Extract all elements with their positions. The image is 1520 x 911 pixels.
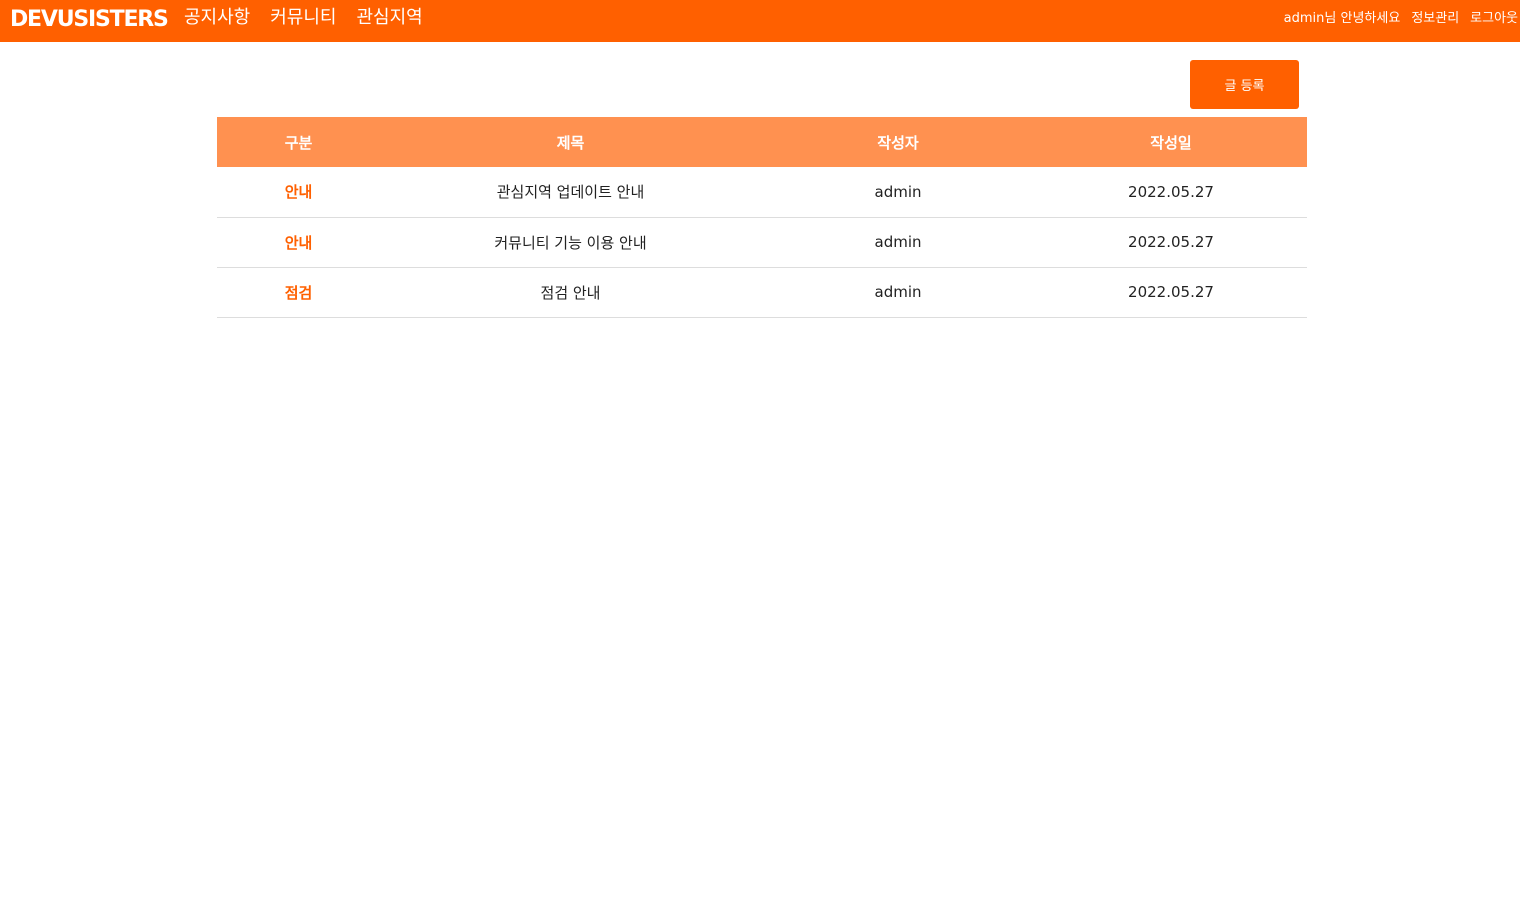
menu-item-community[interactable]: 커뮤니티 [270,4,336,32]
column-header-category: 구분 [217,117,380,167]
row-date: 2022.05.27 [1035,267,1307,318]
logo[interactable]: DEVUSISTERS [10,5,169,35]
row-category: 점검 [217,267,380,318]
column-header-title: 제목 [380,117,761,167]
row-title[interactable]: 관심지역 업데이트 안내 [380,167,761,218]
row-title[interactable]: 점검 안내 [380,267,761,318]
user-menu: admin님 안녕하세요 정보관리 로그아웃 [1284,9,1518,29]
table-row[interactable]: 점검 점검 안내 admin 2022.05.27 [217,267,1307,318]
logout-link[interactable]: 로그아웃 [1470,9,1518,29]
profile-link[interactable]: 정보관리 [1411,9,1459,29]
write-post-button[interactable]: 글 등록 [1190,60,1299,109]
row-author: admin [761,167,1035,218]
row-author: admin [761,267,1035,318]
menu-item-interest-area[interactable]: 관심지역 [357,4,423,32]
row-author: admin [761,217,1035,268]
row-date: 2022.05.27 [1035,167,1307,218]
column-header-author: 작성자 [761,117,1035,167]
row-category: 안내 [217,167,380,218]
table-row[interactable]: 안내 관심지역 업데이트 안내 admin 2022.05.27 [217,167,1307,218]
row-category: 안내 [217,217,380,268]
top-navbar: DEVUSISTERS 공지사항 커뮤니티 관심지역 admin님 안녕하세요 … [0,0,1520,42]
row-title[interactable]: 커뮤니티 기능 이용 안내 [380,217,761,268]
main-menu: 공지사항 커뮤니티 관심지역 [184,4,423,32]
table-header-row: 구분 제목 작성자 작성일 [217,117,1307,167]
menu-item-notice[interactable]: 공지사항 [184,4,250,32]
user-greeting: admin님 안녕하세요 [1283,11,1401,26]
column-header-date: 작성일 [1035,117,1307,167]
table-row[interactable]: 안내 커뮤니티 기능 이용 안내 admin 2022.05.27 [217,217,1307,268]
notice-table: 구분 제목 작성자 작성일 안내 관심지역 업데이트 안내 admin 2022… [217,117,1307,318]
row-date: 2022.05.27 [1035,217,1307,268]
